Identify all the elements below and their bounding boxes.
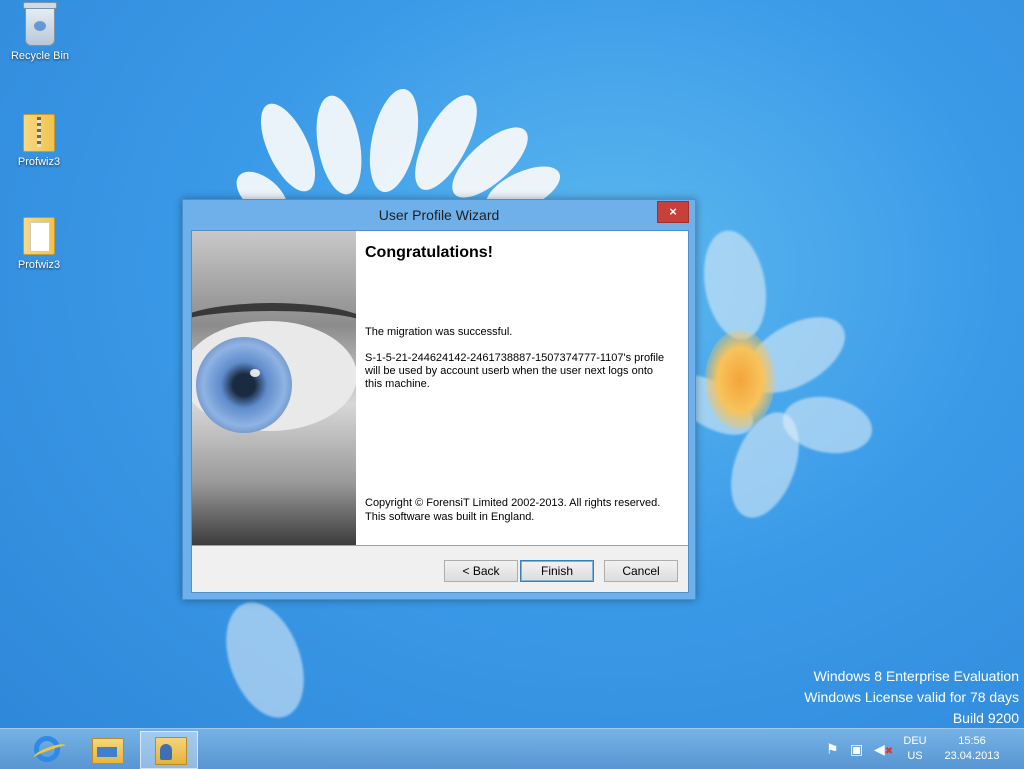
language-top: DEU [903, 735, 927, 747]
cancel-button[interactable]: Cancel [604, 560, 678, 582]
clock-time: 15:56 [958, 735, 986, 747]
desktop-icon-label: Recycle Bin [10, 50, 70, 62]
language-indicator[interactable]: DEU US [900, 734, 930, 764]
action-center-flag-icon[interactable]: ⚑ [826, 741, 839, 758]
page-heading: Congratulations! [365, 244, 493, 261]
network-icon[interactable]: ▣ [850, 741, 863, 758]
file-explorer-icon [92, 738, 124, 764]
back-button[interactable]: < Back [444, 560, 518, 582]
desktop-icon-label: Profwiz3 [17, 259, 61, 271]
dialog-title: User Profile Wizard [378, 207, 500, 223]
internet-explorer-icon [34, 736, 60, 762]
desktop-icon-profwiz3-folder[interactable]: Profwiz3 [3, 217, 75, 271]
watermark-license: Windows License valid for 78 days [804, 689, 1019, 705]
watermark-build: Build 9200 [952, 710, 1019, 726]
desktop-icon-recycle-bin[interactable]: Recycle Bin [4, 2, 76, 62]
profile-detail-message: S-1-5-21-244624142-2461738887-1507374777… [365, 352, 665, 390]
wizard-content: Congratulations! The migration was succe… [356, 231, 688, 545]
dialog-client-area: Congratulations! The migration was succe… [191, 230, 689, 593]
success-message: The migration was successful. [365, 326, 513, 338]
clock-date: 23.04.2013 [944, 750, 1000, 762]
taskbar-profile-wizard[interactable] [140, 731, 198, 769]
close-button[interactable]: × [657, 201, 689, 223]
button-separator [192, 545, 688, 546]
finish-button[interactable]: Finish [520, 560, 594, 582]
volume-muted-icon[interactable]: ◀✖ [874, 741, 893, 758]
profile-wizard-icon [155, 737, 187, 765]
zip-folder-icon [23, 114, 55, 152]
language-bottom: US [907, 750, 923, 762]
folder-icon [23, 217, 55, 255]
watermark-edition: Windows 8 Enterprise Evaluation [813, 668, 1019, 684]
user-profile-wizard-dialog: User Profile Wizard × Congratulations! T… [182, 199, 696, 600]
clock[interactable]: 15:56 23.04.2013 [938, 734, 1006, 764]
taskbar-internet-explorer[interactable] [16, 731, 72, 767]
recycle-bin-icon [23, 2, 57, 46]
taskbar: ⚑ ▣ ◀✖ DEU US 15:56 23.04.2013 [0, 728, 1024, 769]
taskbar-file-explorer[interactable] [78, 731, 134, 767]
built-in-text: This software was built in England. [365, 511, 535, 523]
wizard-eye-image [192, 231, 356, 545]
copyright-text: Copyright © ForensiT Limited 2002-2013. … [365, 497, 661, 509]
desktop-icon-label: Profwiz3 [17, 156, 61, 168]
evaluation-watermark: Windows 8 Enterprise Evaluation Windows … [804, 666, 1019, 729]
desktop-icon-profwiz3-zip[interactable]: Profwiz3 [3, 114, 75, 168]
